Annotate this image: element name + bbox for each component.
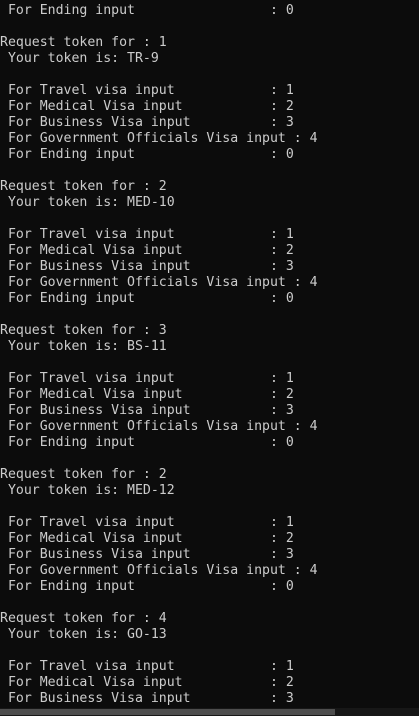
scrollbar-thumb[interactable] xyxy=(0,709,335,715)
console-line: Your token is: GO-13 xyxy=(0,627,167,642)
console-line: For Business Visa input : 3 xyxy=(0,115,294,130)
console-line: For Government Officials Visa input : 4 xyxy=(0,563,318,578)
console-output: For Ending input : 0 Request token for : … xyxy=(0,3,318,707)
console-line: For Travel visa input : 1 xyxy=(0,83,294,98)
console-window: For Ending input : 0 Request token for : … xyxy=(0,0,419,708)
console-line: For Medical Visa input : 2 xyxy=(0,675,294,690)
console-line: For Ending input : 0 xyxy=(0,435,294,450)
console-line: For Ending input : 0 xyxy=(0,147,294,162)
console-line: For Business Visa input : 3 xyxy=(0,259,294,274)
console-line: Your token is: BS-11 xyxy=(0,339,167,354)
console-line: For Government Officials Visa input : 4 xyxy=(0,131,318,146)
console-line: Request token for : 3 xyxy=(0,323,167,338)
console-line: Request token for : 1 xyxy=(0,35,167,50)
console-line: Request token for : 4 xyxy=(0,611,167,626)
console-line: For Medical Visa input : 2 xyxy=(0,387,294,402)
console-line: For Government Officials Visa input : 4 xyxy=(0,275,318,290)
console-line: Your token is: MED-12 xyxy=(0,483,175,498)
console-line: For Travel visa input : 1 xyxy=(0,659,294,674)
console-line: For Medical Visa input : 2 xyxy=(0,99,294,114)
console-line: For Business Visa input : 3 xyxy=(0,547,294,562)
console-line: For Travel visa input : 1 xyxy=(0,515,294,530)
console-line: Your token is: MED-10 xyxy=(0,195,175,210)
console-line: For Ending input : 0 xyxy=(0,291,294,306)
console-line: For Medical Visa input : 2 xyxy=(0,243,294,258)
console-line: Request token for : 2 xyxy=(0,467,167,482)
horizontal-scrollbar[interactable] xyxy=(0,708,419,716)
console-line: For Travel visa input : 1 xyxy=(0,227,294,242)
console-line: For Ending input : 0 xyxy=(0,579,294,594)
console-line: For Ending input : 0 xyxy=(0,3,294,18)
console-line: For Medical Visa input : 2 xyxy=(0,531,294,546)
console-line: Request token for : 2 xyxy=(0,179,167,194)
console-line: For Business Visa input : 3 xyxy=(0,691,294,706)
console-line: For Government Officials Visa input : 4 xyxy=(0,419,318,434)
console-line: For Travel visa input : 1 xyxy=(0,371,294,386)
console-line: Your token is: TR-9 xyxy=(0,51,159,66)
console-line: For Business Visa input : 3 xyxy=(0,403,294,418)
